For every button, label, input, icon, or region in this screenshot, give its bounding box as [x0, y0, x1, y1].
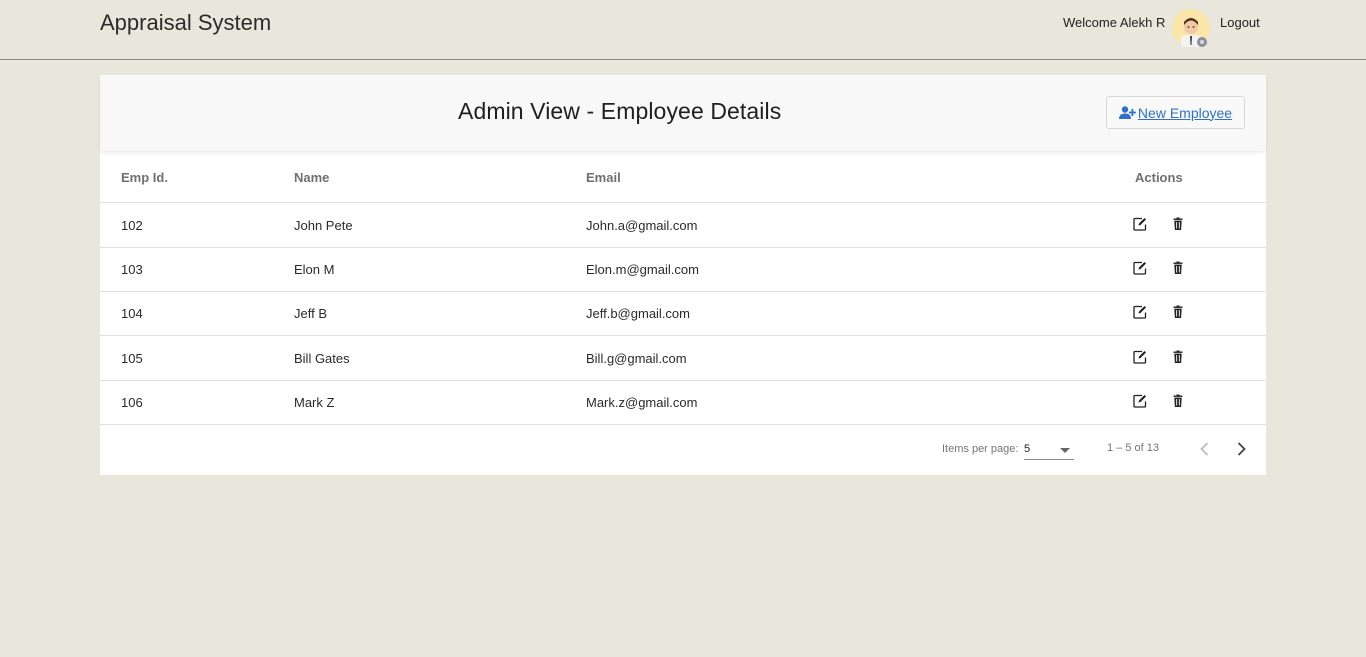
name-cell: Mark Z	[294, 395, 335, 410]
new-employee-button[interactable]: New Employee	[1106, 96, 1245, 129]
edit-icon[interactable]	[1133, 394, 1147, 408]
table-row: 106 Mark Z Mark.z@gmail.com	[100, 380, 1266, 425]
welcome-text: Welcome Alekh R	[1063, 15, 1166, 30]
table-row: 103 Elon M Elon.m@gmail.com	[100, 247, 1266, 292]
avatar	[1171, 8, 1211, 48]
name-cell: Jeff B	[294, 306, 328, 321]
edit-icon[interactable]	[1133, 305, 1147, 319]
logout-link[interactable]: Logout	[1220, 15, 1260, 30]
email-cell: Bill.g@gmail.com	[586, 351, 687, 366]
email-cell: Elon.m@gmail.com	[586, 262, 699, 277]
email-cell: John.a@gmail.com	[586, 218, 698, 233]
paginator: Items per page: 5 1 – 5 of 13	[100, 424, 1266, 475]
emp-id-cell: 102	[121, 218, 143, 233]
column-header-name[interactable]: Name	[294, 170, 329, 185]
items-per-page-value: 5	[1024, 443, 1031, 455]
items-per-page-select[interactable]: 5	[1024, 439, 1074, 460]
trash-icon[interactable]	[1171, 305, 1185, 319]
employee-card: Admin View - Employee Details New Employ…	[100, 75, 1266, 475]
chevron-down-icon	[1060, 448, 1070, 453]
trash-icon[interactable]	[1171, 217, 1185, 231]
top-bar: Appraisal System Welcome Alekh R Logout	[0, 0, 1366, 60]
name-cell: Elon M	[294, 262, 335, 277]
edit-icon[interactable]	[1133, 261, 1147, 275]
email-cell: Jeff.b@gmail.com	[586, 306, 690, 321]
email-cell: Mark.z@gmail.com	[586, 395, 698, 410]
column-header-emp-id[interactable]: Emp Id.	[121, 170, 168, 185]
user-plus-icon	[1118, 106, 1136, 119]
page-title: Admin View - Employee Details	[458, 98, 782, 124]
app-title: Appraisal System	[100, 10, 272, 35]
emp-id-cell: 104	[121, 306, 143, 321]
name-cell: Bill Gates	[294, 351, 350, 366]
new-employee-label: New Employee	[1137, 104, 1233, 121]
trash-icon[interactable]	[1171, 394, 1185, 408]
edit-icon[interactable]	[1133, 217, 1147, 231]
previous-page-button[interactable]	[1197, 440, 1213, 458]
table-row: 105 Bill Gates Bill.g@gmail.com	[100, 336, 1266, 381]
card-header: Admin View - Employee Details New Employ…	[100, 75, 1266, 151]
trash-icon[interactable]	[1171, 261, 1185, 275]
column-header-email[interactable]: Email	[586, 170, 621, 185]
next-page-button[interactable]	[1233, 440, 1249, 458]
table-row: 104 Jeff B Jeff.b@gmail.com	[100, 291, 1266, 336]
emp-id-cell: 103	[121, 262, 143, 277]
emp-id-cell: 106	[121, 395, 143, 410]
column-header-actions: Actions	[1135, 170, 1183, 185]
table-row: 102 John Pete John.a@gmail.com	[100, 203, 1266, 248]
name-cell: John Pete	[294, 218, 353, 233]
trash-icon[interactable]	[1171, 350, 1185, 364]
emp-id-cell: 105	[121, 351, 143, 366]
edit-icon[interactable]	[1133, 350, 1147, 364]
items-per-page-label: Items per page:	[942, 443, 1019, 455]
range-label: 1 – 5 of 13	[1107, 442, 1159, 454]
table-header: Emp Id. Name Email Actions	[100, 152, 1266, 203]
